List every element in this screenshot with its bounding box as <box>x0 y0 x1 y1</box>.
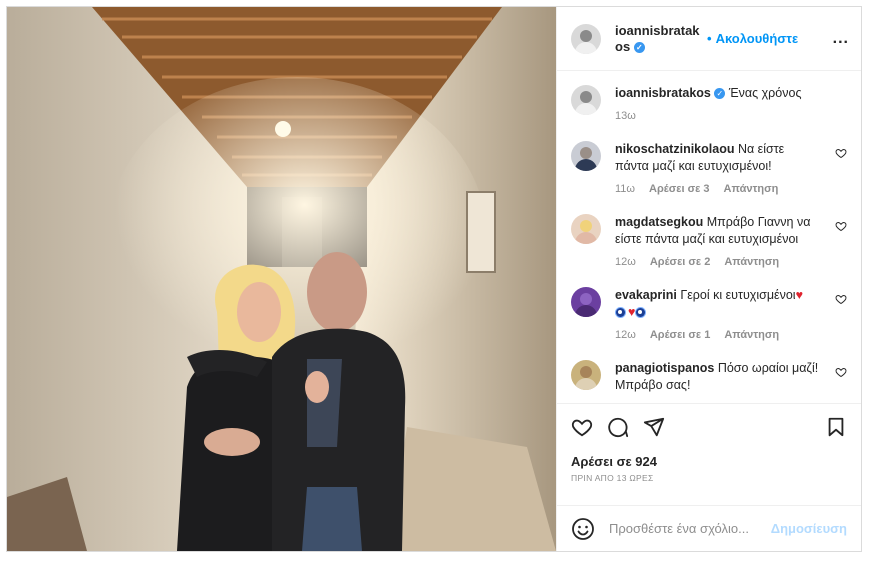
red-heart-emoji-icon: ♥ <box>795 288 804 302</box>
separator-dot: • <box>707 31 712 46</box>
comment-likes[interactable]: Αρέσει σε 2 <box>650 254 711 271</box>
caption-username[interactable]: ioannisbratakos <box>615 86 711 100</box>
author-username-text[interactable]: ioannisbratakos <box>615 23 700 54</box>
comment-item: magdatsegkou Μπράβο Γιαννη να είστε πάντ… <box>571 214 847 271</box>
add-comment-bar: Προσθέστε ένα σχόλιο... Δημοσίευση <box>557 505 861 551</box>
commenter-avatar[interactable] <box>571 141 601 171</box>
reply-button[interactable]: Απάντηση <box>724 181 779 198</box>
commenter-avatar[interactable] <box>571 287 601 317</box>
comment-time[interactable]: 11ω <box>615 181 635 198</box>
comment-text: Γεροί κι ευτυχισμένοι <box>680 288 796 302</box>
caption: ioannisbratakos ✓ Ένας χρόνος 13ω <box>571 85 847 125</box>
emoji-icon[interactable] <box>571 517 595 541</box>
reply-button[interactable]: Απάντηση <box>724 327 779 344</box>
heart-icon[interactable] <box>571 416 593 438</box>
like-comment-heart-icon[interactable] <box>835 293 847 305</box>
post-header: ioannisbratakos ✓ • Ακολουθήστε ... <box>557 7 861 71</box>
comment-likes[interactable]: Αρέσει σε 1 <box>650 327 711 344</box>
bookmark-icon[interactable] <box>825 416 847 438</box>
follow-button[interactable]: Ακολουθήστε <box>716 31 799 46</box>
post-actions: Αρέσει σε 924 ΠΡΙΝ ΑΠΟ 13 ΩΡΕΣ <box>557 403 861 505</box>
author-username[interactable]: ioannisbratakos ✓ <box>615 23 703 55</box>
reply-button[interactable]: Απάντηση <box>724 254 779 271</box>
commenter-avatar[interactable] <box>571 360 601 390</box>
comment-input[interactable]: Προσθέστε ένα σχόλιο... <box>609 521 771 536</box>
like-comment-heart-icon[interactable] <box>835 147 847 159</box>
more-options-icon[interactable]: ... <box>833 30 849 48</box>
comment-time[interactable]: 12ω <box>615 327 636 344</box>
emoji-row: ♥ <box>615 304 821 321</box>
photo-illustration <box>7 7 556 551</box>
post-comment-button[interactable]: Δημοσίευση <box>771 521 847 536</box>
comment-time[interactable]: 12ω <box>615 254 636 271</box>
post-photo[interactable] <box>7 7 556 551</box>
comment-item: nikoschatzinikolaou Να είστε πάντα μαζί … <box>571 141 847 198</box>
post-sidebar: ioannisbratakos ✓ • Ακολουθήστε ... ioan… <box>556 7 861 551</box>
verified-icon: ✓ <box>714 88 726 100</box>
comment-username[interactable]: panagiotispanos <box>615 361 714 375</box>
caption-avatar[interactable] <box>571 85 601 115</box>
comment-icon[interactable] <box>607 416 629 438</box>
comment-username[interactable]: evakaprini <box>615 288 677 302</box>
caption-text: Ένας χρόνος <box>728 86 802 100</box>
comment-username[interactable]: nikoschatzinikolaou <box>615 142 734 156</box>
comment-item: panagiotispanos Πόσο ωραίοι μαζί! Μπράβο… <box>571 360 847 394</box>
commenter-avatar[interactable] <box>571 214 601 244</box>
like-comment-heart-icon[interactable] <box>835 366 847 378</box>
red-heart-emoji-icon: ♥ <box>628 305 636 319</box>
post-frame: ioannisbratakos ✓ • Ακολουθήστε ... ioan… <box>6 6 862 552</box>
likes-count[interactable]: Αρέσει σε 924 <box>571 454 847 469</box>
share-icon[interactable] <box>643 416 665 438</box>
comments-list[interactable]: ioannisbratakos ✓ Ένας χρόνος 13ω nikosc… <box>557 71 861 403</box>
nazar-amulet-emoji-icon <box>635 307 647 319</box>
comment-item: evakaprini Γεροί κι ευτυχισμένοι♥ ♥ 12ω … <box>571 287 847 344</box>
verified-icon: ✓ <box>633 41 645 53</box>
author-avatar[interactable] <box>571 23 601 54</box>
post-time[interactable]: ΠΡΙΝ ΑΠΟ 13 ΩΡΕΣ <box>571 473 847 483</box>
comment-username[interactable]: magdatsegkou <box>615 215 703 229</box>
nazar-amulet-emoji-icon <box>615 307 626 319</box>
caption-time[interactable]: 13ω <box>615 108 636 125</box>
like-comment-heart-icon[interactable] <box>835 220 847 232</box>
comment-likes[interactable]: Αρέσει σε 3 <box>649 181 710 198</box>
